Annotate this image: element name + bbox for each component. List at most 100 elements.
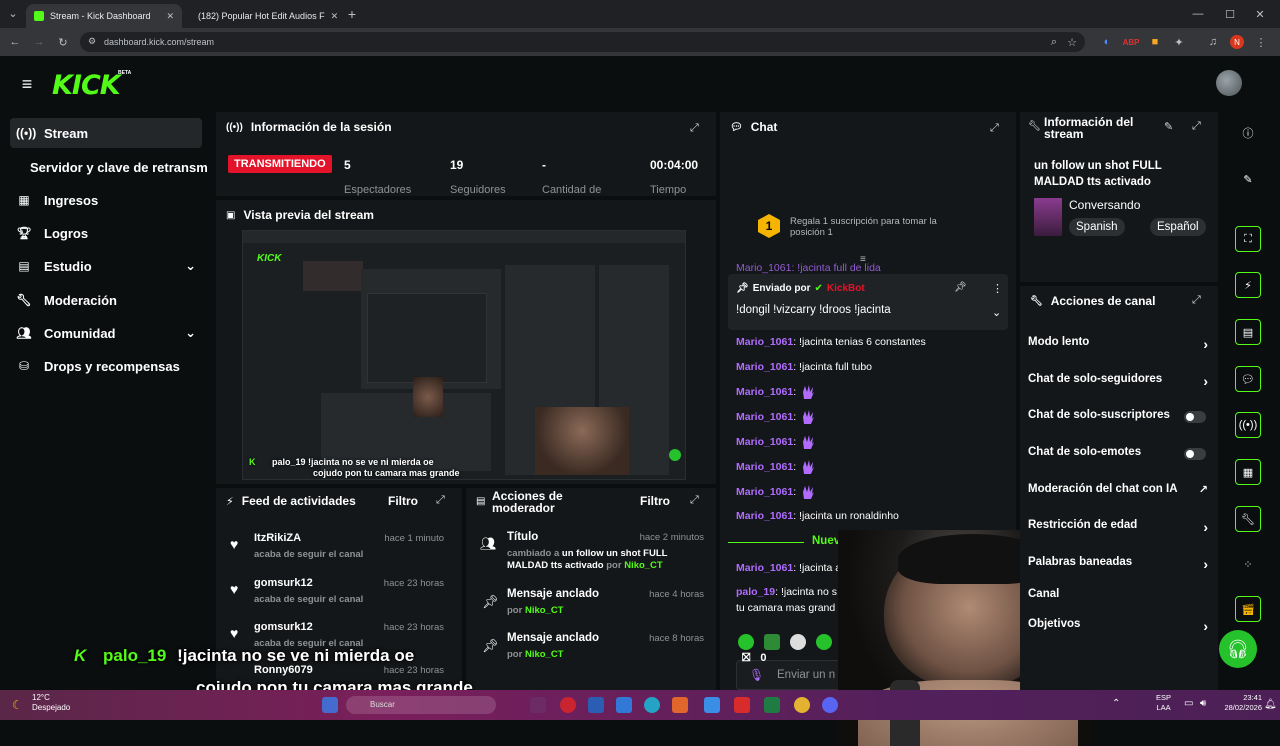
tab-close-icon[interactable]: ✕: [331, 11, 339, 22]
clock[interactable]: 23:41 28/02/2026: [1222, 693, 1262, 713]
extension-translate-icon[interactable]: ◐: [1100, 35, 1114, 49]
emotes-only-toggle[interactable]: [1184, 448, 1206, 460]
tab-youtube[interactable]: (182) Popular Hot Edit Audios F ✕: [184, 4, 340, 28]
action-banned-words[interactable]: Palabras baneadas ›: [1028, 556, 1216, 572]
feed-user[interactable]: gomsurk12: [254, 577, 313, 589]
word-icon[interactable]: [588, 697, 604, 713]
nav-item-estudio[interactable]: ▤ Estudio ⌄: [10, 251, 202, 281]
tag-pill[interactable]: Español: [1150, 218, 1206, 236]
emote-icon[interactable]: [764, 634, 780, 650]
nav-item-stream[interactable]: ((•)) Stream: [10, 118, 202, 148]
rail-layout-button[interactable]: ▦: [1235, 459, 1261, 485]
mod-filter-button[interactable]: Filtro: [640, 494, 670, 508]
nav-item-comunidad[interactable]: 👥︎ Comunidad ⌄: [10, 318, 202, 348]
taskbar-app-icon[interactable]: [530, 697, 546, 713]
chat-username[interactable]: Mario_1061: [736, 436, 793, 448]
language-indicator[interactable]: ESP LAA: [1156, 693, 1171, 713]
support-headset-button[interactable]: 🎧︎: [1219, 630, 1257, 668]
nav-item-moderacion[interactable]: 🔧︎ Moderación: [10, 285, 202, 315]
info-icon[interactable]: ⓘ: [1240, 125, 1256, 141]
moderator-name[interactable]: Niko_CT: [525, 649, 564, 660]
popout-icon[interactable]: ⤢: [990, 122, 999, 135]
popout-icon[interactable]: ⤢: [690, 494, 699, 507]
edit-pencil-icon[interactable]: ✎: [1240, 171, 1256, 187]
edge-icon[interactable]: [644, 697, 660, 713]
chat-username[interactable]: Mario_1061: [736, 361, 793, 373]
kick-logo[interactable]: KICK: [52, 70, 121, 101]
chat-username[interactable]: Mario_1061: [736, 486, 793, 498]
volume-icon[interactable]: 🔊︎: [1200, 698, 1206, 709]
feed-user[interactable]: ItzRikiZA: [254, 532, 301, 544]
chat-username[interactable]: palo_19: [736, 586, 775, 598]
taskbar-app-icon[interactable]: [672, 697, 688, 713]
emote-icon[interactable]: [816, 634, 832, 650]
category-thumbnail[interactable]: [1034, 198, 1062, 236]
rail-chat-button[interactable]: 💬︎: [1235, 366, 1261, 392]
gift-prompt[interactable]: Regala 1 suscripción para tomar la posic…: [790, 216, 970, 238]
zoom-icon[interactable]: ⌕: [1051, 36, 1057, 49]
rail-clapper-button[interactable]: 🎬︎: [1235, 596, 1261, 622]
action-followers-only[interactable]: Chat de solo-seguidores ›: [1028, 373, 1216, 389]
discord-icon[interactable]: [822, 697, 838, 713]
tray-chevron-icon[interactable]: ⌃: [1112, 698, 1120, 709]
rail-clip-button[interactable]: ⛶: [1235, 226, 1261, 252]
extension-abp-icon[interactable]: ABP: [1123, 35, 1140, 49]
feed-user[interactable]: gomsurk12: [254, 621, 313, 633]
chat-username[interactable]: Mario_1061: [736, 386, 793, 398]
feed-filter-button[interactable]: Filtro: [388, 494, 418, 508]
minimize-button[interactable]: —: [1190, 7, 1206, 21]
reload-icon[interactable]: ↻: [56, 35, 70, 49]
action-slow-mode[interactable]: Modo lento ›: [1028, 336, 1216, 352]
tab-close-icon[interactable]: ✕: [166, 11, 174, 22]
user-avatar[interactable]: [1216, 70, 1242, 96]
unpin-icon[interactable]: 📌︎: [954, 282, 967, 293]
chevron-down-icon[interactable]: ⌄: [992, 306, 1001, 319]
rail-bolt-button[interactable]: ⚡︎: [1235, 272, 1261, 298]
profile-avatar[interactable]: N: [1230, 35, 1244, 49]
category-name[interactable]: Conversando: [1069, 198, 1140, 212]
tab-search-icon[interactable]: ⌄: [6, 6, 20, 20]
excel-icon[interactable]: [764, 697, 780, 713]
extensions-puzzle-icon[interactable]: ✦: [1172, 35, 1186, 49]
browser-menu-icon[interactable]: ⋮: [1254, 35, 1268, 49]
pinned-message[interactable]: 📌︎ Enviado por ✔ KickBot 📌︎ ⋮ !dongil !v…: [728, 274, 1008, 330]
taskbar-app-icon[interactable]: [734, 697, 750, 713]
moderator-name[interactable]: Niko_CT: [525, 605, 564, 616]
nav-item-server-key[interactable]: Servidor y clave de retransm: [10, 152, 220, 182]
start-button[interactable]: [322, 697, 338, 713]
new-tab-button[interactable]: +: [344, 6, 360, 22]
nav-item-drops[interactable]: ⛁ Drops y recompensas: [10, 351, 202, 381]
people-icon[interactable]: ⁘: [1240, 556, 1256, 572]
close-window-button[interactable]: ✕: [1252, 7, 1268, 21]
action-goals[interactable]: Objetivos ›: [1028, 618, 1216, 634]
tab-kick-dashboard[interactable]: Stream - Kick Dashboard ✕: [26, 4, 182, 28]
chat-username[interactable]: Mario_1061: [736, 336, 793, 348]
forward-icon[interactable]: →: [32, 35, 46, 49]
emote-icon[interactable]: [790, 634, 806, 650]
moderator-name[interactable]: Niko_CT: [624, 560, 663, 571]
rail-wrench-button[interactable]: 🔧︎: [1235, 506, 1261, 532]
rail-document-button[interactable]: ▤: [1235, 319, 1261, 345]
gift-rank-badge[interactable]: 1: [758, 214, 780, 238]
nav-item-ingresos[interactable]: ▦ Ingresos: [10, 185, 202, 215]
nav-item-logros[interactable]: 🏆︎ Logros: [10, 218, 202, 248]
action-age-restriction[interactable]: Restricción de edad ›: [1028, 519, 1216, 535]
chat-username[interactable]: Mario_1061: [736, 562, 793, 574]
bookmark-star-icon[interactable]: ☆: [1067, 36, 1077, 49]
popout-icon[interactable]: ⤢: [690, 122, 699, 135]
stream-preview-video[interactable]: KICK K palo_19 !jacinta no se ve ni mier…: [242, 230, 686, 480]
tag-pill[interactable]: Spanish: [1069, 218, 1125, 236]
taskbar-search[interactable]: Buscar: [346, 696, 496, 714]
taskbar-app-icon[interactable]: [704, 697, 720, 713]
channel-points[interactable]: ⛝ 0: [742, 652, 767, 665]
chat-username[interactable]: Mario_1061: [736, 510, 793, 522]
popout-icon[interactable]: ⤢: [1192, 120, 1201, 133]
edit-pencil-icon[interactable]: ✎: [1164, 120, 1173, 133]
back-icon[interactable]: ←: [8, 35, 22, 49]
weather-widget[interactable]: 12°C Despejado: [32, 693, 70, 713]
chat-username[interactable]: Mario_1061: [736, 411, 793, 423]
pinned-bot-name[interactable]: KickBot: [827, 283, 865, 294]
hamburger-menu-icon[interactable]: ≡: [18, 74, 36, 94]
extension-honey-icon[interactable]: ■: [1148, 35, 1162, 49]
site-info-icon[interactable]: ⚙: [88, 36, 96, 47]
